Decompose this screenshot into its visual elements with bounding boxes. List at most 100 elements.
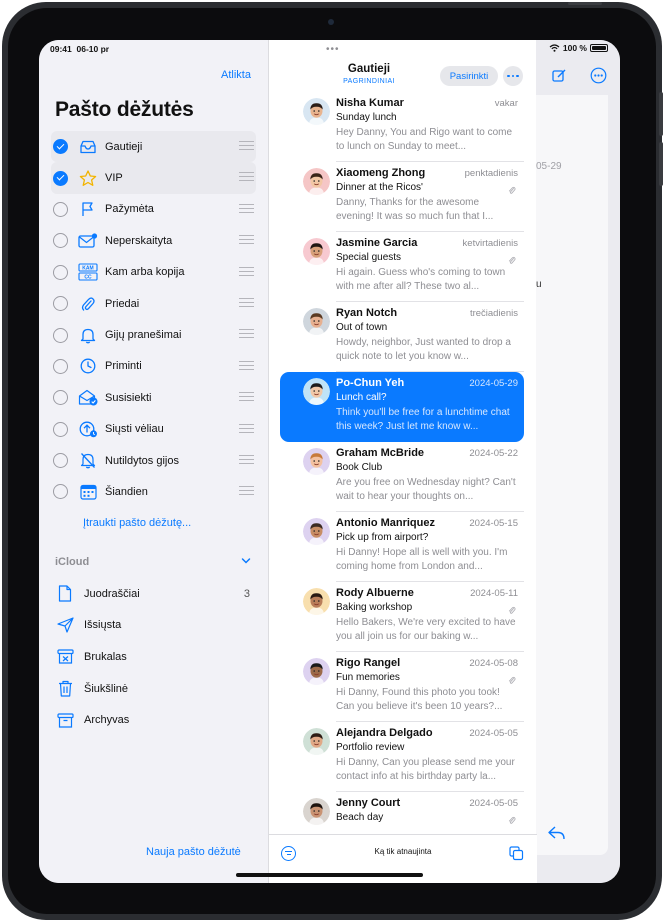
reorder-handle-icon[interactable] [239, 329, 254, 339]
mailbox-checkbox[interactable] [53, 453, 68, 469]
message-row-alejandra-delgado[interactable]: Alejandra Delgado 2024-05-05 Portfolio rev… [280, 722, 524, 792]
reorder-handle-icon[interactable] [239, 141, 254, 150]
paperclip-icon [508, 816, 516, 824]
reorder-handle-icon[interactable] [239, 172, 254, 182]
message-date: 2024-05-05 [469, 728, 518, 739]
mailbox-row-priedai[interactable]: Priedai [51, 288, 256, 319]
reply-icon[interactable] [548, 826, 565, 840]
reorder-handle-icon[interactable] [239, 360, 254, 370]
mailbox-checkbox[interactable] [53, 358, 68, 374]
mailbox-row-neperskaityta[interactable]: Neperskaityta [51, 225, 256, 256]
mailbox-label: Priedai [105, 297, 140, 310]
mailbox-row-pazymeta[interactable]: Pažymėta [51, 194, 256, 225]
message-list-pane: ••• Gautieji PAGRINDINIAI Pasirinkti Nis… [268, 40, 537, 883]
reorder-handle-icon[interactable] [239, 266, 254, 276]
mailbox-row-siandien[interactable]: Šiandien [51, 476, 256, 507]
reorder-handle-icon[interactable] [239, 235, 254, 245]
more-options-icon[interactable] [590, 67, 607, 84]
mailbox-label: Neperskaityta [105, 234, 173, 247]
new-mailbox-button[interactable]: Nauja pašto dėžutė [146, 846, 241, 858]
mailbox-checkbox[interactable] [53, 170, 68, 186]
icloud-mailbox-list: Juodraščiai 3 Išsiųsta Brukalas Šiukšlinė Arc… [51, 578, 256, 736]
icloud-item-label: Brukalas [84, 650, 127, 663]
select-button[interactable]: Pasirinkti [440, 66, 498, 86]
add-mailbox-link[interactable]: Įtraukti pašto dėžutę... [83, 517, 191, 529]
message-row-antonio-manriquez[interactable]: Antonio Manriquez 2024-05-15 Pick up from … [280, 512, 524, 582]
reorder-handle-icon[interactable] [239, 486, 254, 496]
calendar-icon [77, 483, 99, 501]
mailbox-checkbox[interactable] [53, 484, 68, 500]
mailbox-checkbox[interactable] [53, 421, 68, 437]
message-subject: Fun memories [336, 672, 400, 683]
message-date: 2024-05-15 [469, 518, 518, 529]
message-preview: Hi again. Guess who's coming to town wit… [336, 267, 506, 292]
sent-icon [55, 616, 75, 634]
mailbox-checkbox[interactable] [53, 201, 68, 217]
reorder-handle-icon[interactable] [239, 392, 254, 402]
mailbox-row-siusti-veliau[interactable]: Siųsti vėliau [51, 414, 256, 445]
message-list: Nisha Kumar vakar Sunday lunch Hey Danny, Y… [269, 92, 537, 834]
icloud-item-siuksline[interactable]: Šiukšlinė [51, 673, 256, 705]
mailbox-row-gautieji[interactable]: Gautieji [51, 131, 256, 163]
icloud-section-header[interactable]: iCloud [55, 556, 89, 568]
mailbox-row-giju-pranesimai[interactable]: Gijų pranešimai [51, 319, 256, 350]
reorder-handle-icon[interactable] [239, 454, 254, 464]
mailbox-checkbox[interactable] [53, 233, 68, 249]
reorder-handle-icon[interactable] [239, 297, 254, 307]
battery-percent: 100 % [562, 43, 587, 53]
multitasking-dots[interactable]: ••• [326, 44, 340, 55]
mailbox-checkbox[interactable] [53, 327, 68, 343]
mailbox-checkbox[interactable] [53, 390, 68, 406]
reorder-handle-icon[interactable] [239, 423, 254, 433]
reorder-handle-icon[interactable] [239, 203, 254, 213]
mailbox-row-kam-arba-kopija[interactable]: KAM CC Kam arba kopija [51, 257, 256, 288]
mailbox-checkbox[interactable] [53, 264, 68, 280]
message-subject: Baking workshop [336, 602, 413, 613]
message-content-pane: 05-29 u [536, 40, 620, 883]
compose-icon[interactable] [552, 68, 567, 83]
mailbox-row-vip[interactable]: VIP [51, 162, 256, 194]
mailbox-label: Nutildytos gijos [105, 454, 179, 467]
chevron-down-icon[interactable] [241, 556, 251, 566]
message-sender: Graham McBride [336, 447, 425, 459]
message-subject: Sunday lunch [336, 112, 397, 123]
icloud-item-issiusta[interactable]: Išsiųsta [51, 610, 256, 642]
message-date: vakar [494, 98, 518, 109]
mailbox-row-susisiekti[interactable]: Susisiekti [51, 382, 256, 413]
message-row-graham-mcbride[interactable]: Graham McBride 2024-05-22 Book Club Are you… [280, 442, 524, 512]
stack-windows-icon[interactable] [509, 846, 524, 861]
list-more-button[interactable] [503, 66, 523, 86]
message-row-ryan-notch[interactable]: Ryan Notch trečiadienis Out of town Howdy, … [280, 302, 524, 372]
message-row-po-chun-yeh[interactable]: Po-Chun Yeh 2024-05-29 Lunch call? Think yo… [280, 372, 524, 442]
message-row-jenny-court[interactable]: Jenny Court 2024-05-05 Beach day [280, 792, 524, 834]
message-row-rody-albuerne[interactable]: Rody Albuerne 2024-05-11 Baking workshop He… [280, 582, 524, 652]
icloud-item-label: Išsiųsta [84, 619, 122, 632]
icloud-item-label: Archyvas [84, 714, 130, 727]
message-sender: Nisha Kumar [336, 97, 404, 109]
mailbox-checkbox[interactable] [53, 139, 68, 155]
icloud-item-brukalas[interactable]: Brukalas [51, 641, 256, 673]
message-subject: Special guests [336, 252, 402, 263]
mailbox-label: Pažymėta [105, 203, 154, 216]
message-sender: Alejandra Delgado [336, 727, 433, 739]
avatar [303, 378, 330, 405]
mailbox-checkbox[interactable] [53, 296, 68, 312]
avatar [303, 308, 330, 335]
message-row-nisha-kumar[interactable]: Nisha Kumar vakar Sunday lunch Hey Danny, Y… [280, 92, 524, 162]
message-row-rigo-rangel[interactable]: Rigo Rangel 2024-05-08 Fun memories Hi Dann… [280, 652, 524, 722]
clock-icon [77, 357, 99, 375]
mailbox-row-priminti[interactable]: Priminti [51, 351, 256, 382]
message-subject: Beach day [336, 812, 384, 823]
done-button[interactable]: Atlikta [221, 69, 251, 81]
send-later-icon [77, 420, 99, 438]
svg-text:CC: CC [84, 275, 92, 281]
flag-icon [77, 200, 99, 218]
home-indicator[interactable] [236, 873, 423, 877]
mailbox-row-nutildytos-gijos[interactable]: Nutildytos gijos [51, 445, 256, 476]
icloud-item-archyvas[interactable]: Archyvas [51, 704, 256, 736]
unread-count: 3 [243, 587, 250, 600]
message-row-xiaomeng-zhong[interactable]: Xiaomeng Zhong penktadienis Dinner at the … [280, 162, 524, 232]
message-subject: Dinner at the Ricos' [336, 182, 423, 193]
icloud-item-juodrasciai[interactable]: Juodraščiai 3 [51, 578, 256, 610]
message-row-jasmine-garcia[interactable]: Jasmine Garcia ketvirtadienis Special gues… [280, 232, 524, 302]
